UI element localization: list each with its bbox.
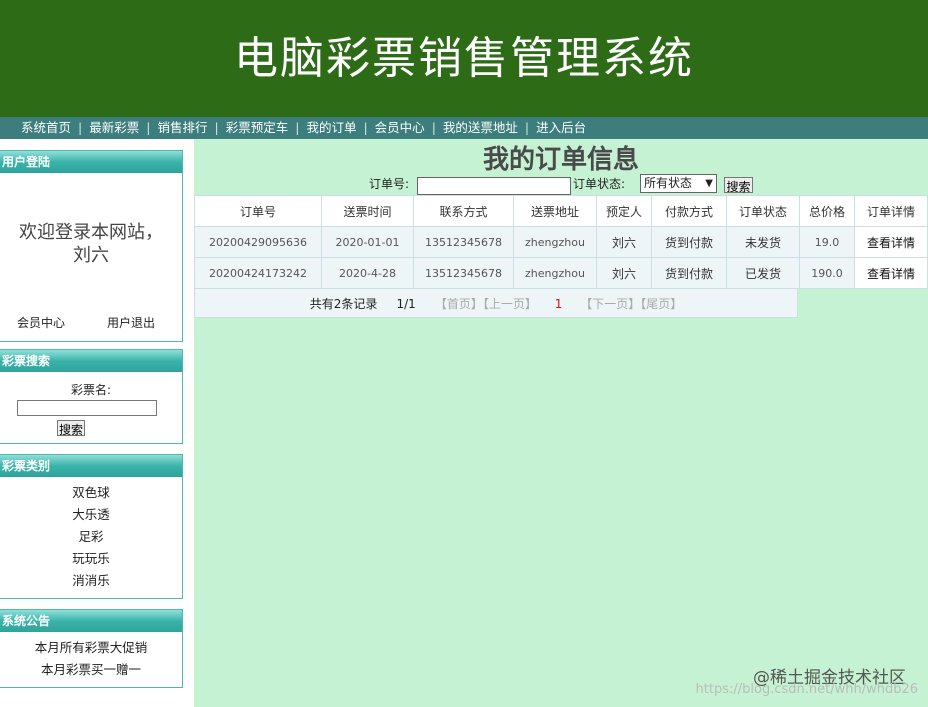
pager-last[interactable]: 【尾页】: [640, 297, 682, 311]
lottery-name-label: 彩票名:: [70, 383, 112, 397]
column-header: 总价格: [799, 195, 855, 227]
notice-list: 本月所有彩票大促销 本月彩票买一赠一: [0, 637, 182, 681]
table-cell: zhengzhou: [513, 257, 597, 289]
logout-link[interactable]: 用户退出: [107, 314, 155, 331]
table-cell: 货到付款: [651, 257, 727, 289]
orders-table: 订单号 送票时间 联系方式 送票地址 预定人 付款方式 订单状态 总价格 订单详情 202004…: [194, 195, 928, 289]
member-center-link[interactable]: 会员中心: [17, 314, 65, 331]
login-panel: 用户登陆 欢迎登录本网站， 刘六 会员中心 用户退出: [0, 150, 183, 342]
column-header: 送票地址: [513, 195, 597, 227]
table-body: 20200429095636 2020-01-01 13512345678 zheng…: [194, 226, 928, 289]
site-title: 电脑彩票销售管理系统: [234, 33, 694, 84]
column-header: 订单状态: [726, 195, 800, 227]
table-cell: 2020-4-28: [321, 257, 414, 289]
order-status-label: 订单状态:: [573, 177, 626, 191]
pager-current[interactable]: 1: [555, 297, 563, 311]
nav-item[interactable]: 销售排行: [150, 120, 214, 135]
welcome-text: 欢迎登录本网站，: [19, 222, 163, 243]
category-item[interactable]: 足彩: [0, 526, 182, 548]
notice-item[interactable]: 本月彩票买一赠一: [0, 659, 182, 681]
nav-item[interactable]: 系统首页: [14, 120, 78, 135]
nav-list: 系统首页 | 最新彩票 | 销售排行 | 彩票预定车 | 我的订单 | 会员中心 | 我的送票地址 | 进入…: [0, 117, 928, 139]
nav-item[interactable]: 彩票预定车: [219, 120, 296, 135]
table-cell: 13512345678: [413, 257, 514, 289]
top-nav: 系统首页 | 最新彩票 | 销售排行 | 彩票预定车 | 我的订单 | 会员中心 | 我的送票地址 | 进入…: [0, 117, 928, 139]
view-detail-link[interactable]: 查看详情: [854, 226, 928, 258]
table-cell: 刘六: [596, 226, 652, 258]
site-header: 电脑彩票销售管理系统: [0, 0, 928, 117]
table-cell: 20200424173242: [194, 257, 322, 289]
table-cell: 19.0: [799, 226, 855, 258]
order-status-selected: 所有状态: [644, 176, 693, 190]
nav-item[interactable]: 进入后台: [529, 120, 593, 135]
category-item[interactable]: 消消乐: [0, 570, 182, 592]
search-panel: 彩票搜索 彩票名: 搜索: [0, 349, 183, 444]
order-no-input[interactable]: [417, 177, 571, 195]
page-title: 我的订单信息: [482, 145, 639, 175]
table-cell: 货到付款: [651, 226, 727, 258]
notice-panel: 系统公告 本月所有彩票大促销 本月彩票买一赠一: [0, 609, 183, 688]
side-search-button[interactable]: 搜索: [57, 420, 85, 437]
nav-item[interactable]: 最新彩票: [82, 120, 146, 135]
category-panel-title: 彩票类别: [0, 455, 182, 477]
table-cell: 20200429095636: [194, 226, 322, 258]
table-cell: 刘六: [596, 257, 652, 289]
table-row: 20200424173242 2020-4-28 13512345678 zhengz…: [194, 257, 928, 289]
pager-next[interactable]: 【下一页】: [580, 297, 640, 311]
lottery-name-input[interactable]: [17, 400, 157, 416]
category-item[interactable]: 玩玩乐: [0, 548, 182, 570]
notice-panel-title: 系统公告: [0, 610, 182, 632]
order-search-button[interactable]: 搜索: [724, 177, 753, 194]
table-row: 20200429095636 2020-01-01 13512345678 zheng…: [194, 226, 928, 258]
table-header-row: 订单号 送票时间 联系方式 送票地址 预定人 付款方式 订单状态 总价格 订单详情: [194, 195, 928, 227]
order-status-select[interactable]: 所有状态 ▼: [640, 174, 717, 193]
column-header: 付款方式: [651, 195, 727, 227]
table-cell: 190.0: [799, 257, 855, 289]
nav-item[interactable]: 会员中心: [368, 120, 432, 135]
column-header: 订单号: [194, 195, 322, 227]
watermark-url: https://blog.csdn.net/whh/whdb26: [695, 682, 918, 697]
pager-prev[interactable]: 【上一页】: [483, 297, 537, 311]
pager: 共有2条记录 1/1 【首页】【上一页】 1 【下一页】【尾页】: [194, 288, 798, 318]
category-list: 双色球 大乐透 足彩 玩玩乐 消消乐: [0, 482, 182, 592]
category-item[interactable]: 双色球: [0, 482, 182, 504]
notice-item[interactable]: 本月所有彩票大促销: [0, 637, 182, 659]
category-panel: 彩票类别 双色球 大乐透 足彩 玩玩乐 消消乐: [0, 454, 183, 599]
search-panel-title: 彩票搜索: [0, 350, 182, 372]
nav-item[interactable]: 我的送票地址: [436, 120, 525, 135]
view-detail-link[interactable]: 查看详情: [854, 257, 928, 289]
table-cell: zhengzhou: [513, 226, 597, 258]
order-no-label: 订单号:: [369, 177, 410, 191]
pager-total: 共有2条记录: [309, 297, 378, 311]
welcome-username: 刘六: [73, 245, 109, 266]
column-header: 订单详情: [854, 195, 928, 227]
column-header: 预定人: [596, 195, 652, 227]
nav-item[interactable]: 我的订单: [299, 120, 363, 135]
table-cell: 13512345678: [413, 226, 514, 258]
table-cell: 2020-01-01: [321, 226, 414, 258]
pager-pages: 1/1: [396, 297, 416, 311]
table-cell: 未发货: [726, 226, 800, 258]
column-header: 送票时间: [321, 195, 414, 227]
pager-first[interactable]: 【首页】: [435, 297, 483, 311]
table-cell: 已发货: [726, 257, 800, 289]
chevron-down-icon: ▼: [705, 178, 713, 189]
category-item[interactable]: 大乐透: [0, 504, 182, 526]
login-panel-title: 用户登陆: [0, 151, 182, 173]
column-header: 联系方式: [413, 195, 514, 227]
